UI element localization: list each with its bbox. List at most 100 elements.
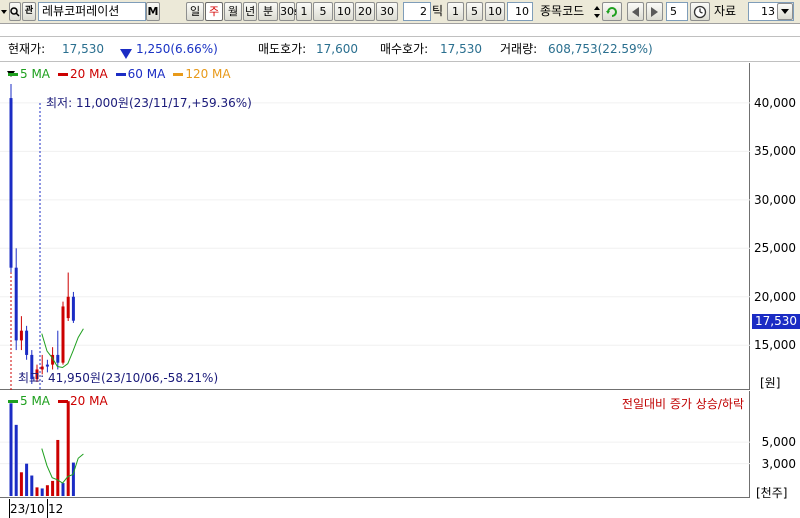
tick-button-5[interactable]: 5 <box>466 2 483 21</box>
candle-body <box>45 364 49 367</box>
tick-label: 틱 <box>432 4 444 18</box>
clock-button[interactable] <box>690 2 710 21</box>
spin-arrows-icon <box>594 5 600 18</box>
step-field[interactable]: 5 <box>666 2 688 21</box>
price-legend: 5 MA 20 MA 60 MA 120 MA <box>8 67 231 81</box>
refresh-button[interactable] <box>602 2 622 21</box>
period-button-9[interactable]: 20 <box>355 2 375 21</box>
period-button-10[interactable]: 30 <box>376 2 398 21</box>
volume-note: 전일대비 증가 상승/하락 <box>621 397 744 411</box>
tick-button-10[interactable]: 10 <box>485 2 505 21</box>
search-icon <box>10 6 20 17</box>
search-button[interactable] <box>9 2 21 21</box>
volume-bar <box>9 403 13 496</box>
price-tick-label: 20,000 <box>754 289 796 304</box>
period-button-0[interactable]: 일 <box>186 2 204 21</box>
volume-bar <box>40 488 44 496</box>
price-legend-item: 5 MA <box>8 67 50 81</box>
period-button-6[interactable]: 1 <box>296 2 312 21</box>
tick-count-field[interactable]: 10 <box>507 2 533 21</box>
triangle-right-icon <box>650 6 658 17</box>
dropdown-arrow-icon[interactable] <box>0 2 8 21</box>
tick-value-field[interactable]: 2 <box>403 2 431 21</box>
stock-name-field[interactable]: 레뷰코퍼레이션 <box>38 2 146 21</box>
period-button-2[interactable]: 월 <box>224 2 242 21</box>
candle-body <box>9 98 13 268</box>
price-chart[interactable] <box>0 63 750 390</box>
high-price-annotation: 최고: 41,950원(23/10/06,-58.21%) <box>18 371 219 385</box>
period-button-3[interactable]: 년 <box>243 2 257 21</box>
candle-body <box>66 296 70 319</box>
candle-body <box>56 354 60 363</box>
x-tick-label: 12 <box>48 502 64 516</box>
data-count-value: 13 <box>761 5 775 18</box>
volume-value: 608,753(22.59%) <box>548 42 653 56</box>
volume-bar <box>51 480 55 496</box>
price-tick-label: 30,000 <box>754 192 796 207</box>
volume-legend-item: 20 MA <box>58 394 108 408</box>
volume-legend-label: 5 MA <box>20 394 51 408</box>
price-legend-label: 20 MA <box>70 67 108 81</box>
bid-price-label: 매수호가: <box>380 42 429 56</box>
volume-legend-label: 20 MA <box>70 394 108 408</box>
current-price-value: 17,530 <box>62 42 104 56</box>
ask-price-label: 매도호가: <box>258 42 307 56</box>
period-button-4[interactable]: 분 <box>258 2 278 21</box>
candle-body <box>14 267 18 341</box>
volume-legend-item: 5 MA <box>8 394 50 408</box>
toolbar: 관 레뷰코퍼레이션 M 일 주 월 년 분 30s 1 5 10 20 30 2 틱 1 5 10 … <box>0 0 800 24</box>
low-price-annotation: 최저: 11,000원(23/11/17,+59.36%) <box>46 96 252 110</box>
korean-toggle-button[interactable]: 관 <box>22 2 36 21</box>
volume-tick-label: 3,000 <box>761 456 796 471</box>
volume-legend: 5 MA 20 MA <box>8 394 108 408</box>
price-tick-label: 40,000 <box>754 95 796 110</box>
price-legend-swatch <box>58 72 69 76</box>
price-legend-label: 120 MA <box>185 67 231 81</box>
period-button-5[interactable]: 30s <box>279 2 300 21</box>
volume-ma5-line <box>41 448 84 484</box>
volume-bar <box>71 462 75 496</box>
price-change-value: 1,250(6.66%) <box>136 42 218 56</box>
volume-unit-label: [천주] <box>756 486 788 500</box>
x-tick-label: 23/10 <box>10 502 45 516</box>
price-legend-swatch <box>173 72 184 76</box>
candle-body <box>71 296 75 321</box>
volume-legend-swatch <box>58 399 69 403</box>
x-tick-mark <box>9 499 10 518</box>
m-button[interactable]: M <box>146 2 160 21</box>
clock-icon <box>693 5 707 18</box>
triangle-left-icon <box>631 6 639 17</box>
next-button[interactable] <box>646 2 663 21</box>
price-legend-label: 5 MA <box>20 67 51 81</box>
prev-button[interactable] <box>627 2 644 21</box>
candle-body <box>61 306 65 363</box>
price-legend-label: 60 MA <box>127 67 166 81</box>
code-spin-button[interactable] <box>593 2 601 21</box>
volume-legend-swatch <box>8 399 18 403</box>
price-legend-item: 60 MA <box>115 67 166 81</box>
price-legend-item: 120 MA <box>173 67 231 81</box>
chevron-down-icon <box>781 8 789 14</box>
period-button-7[interactable]: 5 <box>313 2 333 21</box>
volume-bar <box>35 487 39 496</box>
current-price-tag: 17,530 <box>752 313 800 329</box>
period-button-8[interactable]: 10 <box>334 2 354 21</box>
x-tick-mark <box>47 499 48 518</box>
volume-bar <box>61 483 65 496</box>
volume-bar <box>30 475 34 496</box>
price-tick-label: 25,000 <box>754 241 796 256</box>
toggle-glyph: 관 <box>24 6 34 16</box>
price-chart-pane[interactable]: 5 MA 20 MA 60 MA 120 MA 최저: 11,000원(23/11/1… <box>0 63 750 390</box>
data-count-dropdown-button[interactable] <box>777 3 793 20</box>
volume-bar <box>45 485 49 496</box>
price-legend-item: 20 MA <box>58 67 108 81</box>
volume-bar <box>66 401 70 496</box>
stock-code-label: 종목코드 <box>540 4 585 18</box>
price-legend-swatch <box>8 72 18 76</box>
tick-button-1[interactable]: 1 <box>447 2 464 21</box>
quote-info-bar: 현재가: 17,530 1,250(6.66%) 매도호가: 17,600 매수… <box>0 36 800 62</box>
volume-tick-label: 5,000 <box>761 435 796 450</box>
ask-price-value: 17,600 <box>316 42 358 56</box>
price-tick-label: 15,000 <box>754 338 796 353</box>
period-button-1[interactable]: 주 <box>205 2 223 21</box>
